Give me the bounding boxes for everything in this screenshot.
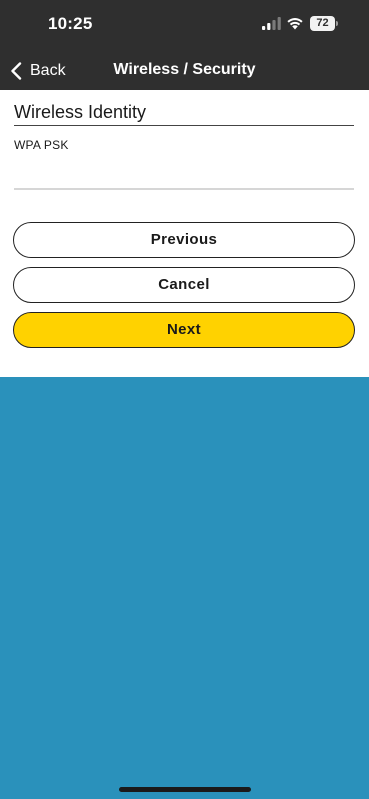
- home-indicator[interactable]: [119, 787, 251, 792]
- app-screen: 10:25 72 Back Wireless / Security Wirele…: [0, 0, 369, 799]
- page-title: Wireless / Security: [113, 61, 256, 78]
- signal-icon: [262, 17, 281, 30]
- wpa-psk-input[interactable]: [14, 156, 354, 190]
- wifi-icon: [287, 18, 303, 30]
- navigation-bar: Back Wireless / Security: [0, 50, 369, 90]
- next-button[interactable]: Next: [13, 312, 355, 348]
- cancel-button[interactable]: Cancel: [13, 267, 355, 303]
- battery-cap: [336, 21, 338, 26]
- status-time: 10:25: [48, 14, 93, 33]
- section-title: Wireless Identity: [14, 102, 354, 126]
- wpa-psk-label: WPA PSK: [14, 138, 69, 152]
- previous-button[interactable]: Previous: [13, 222, 355, 258]
- status-bar: 10:25 72: [0, 0, 369, 50]
- battery-icon: 72: [310, 16, 340, 31]
- form-panel: Wireless Identity WPA PSK Previous Cance…: [0, 90, 369, 377]
- battery-level: 72: [310, 16, 335, 31]
